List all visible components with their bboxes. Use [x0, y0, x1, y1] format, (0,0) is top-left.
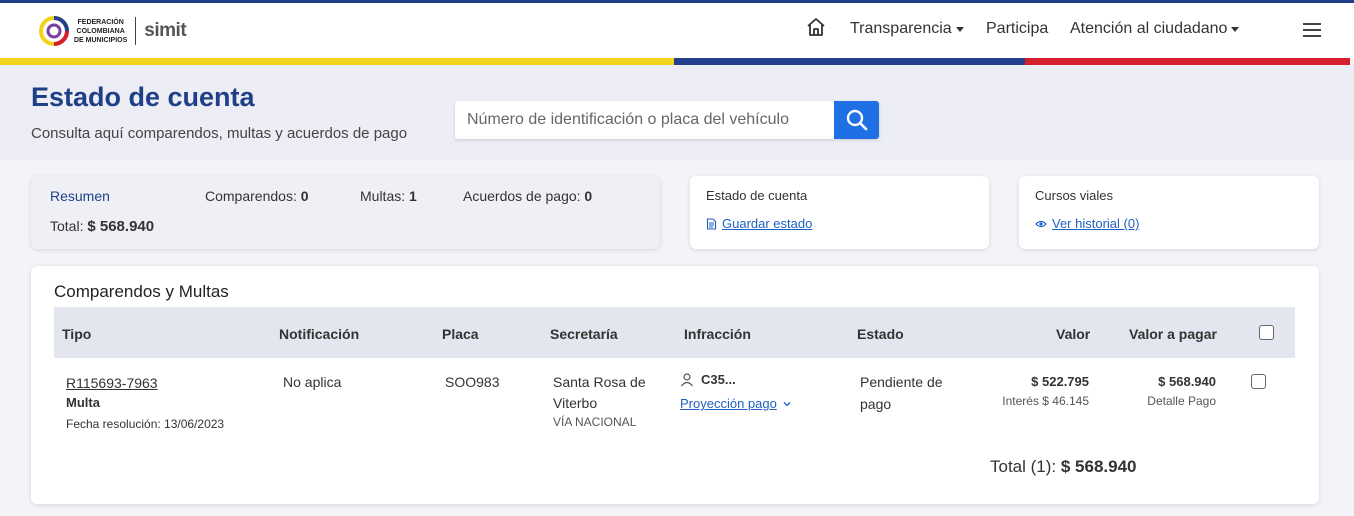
col-valor-a-pagar: Valor a pagar: [1129, 326, 1217, 342]
multas-count: Multas: 1: [360, 188, 417, 204]
flag-stripe-red: [1025, 58, 1350, 65]
page-title: Estado de cuenta: [31, 82, 255, 112]
table-total: Total (1): $ 568.940: [990, 457, 1137, 476]
search-icon: [846, 109, 867, 131]
logo[interactable]: FEDERACIÓN COLOMBIANA DE MUNICIPIOS simi…: [38, 12, 187, 50]
col-valor: Valor: [1056, 326, 1091, 342]
site-header: FEDERACIÓN COLOMBIANA DE MUNICIPIOS simi…: [0, 3, 1354, 58]
proyeccion-pago-link[interactable]: Proyección pago: [680, 396, 792, 411]
col-infraccion: Infracción: [684, 326, 751, 342]
ver-historial-link[interactable]: Ver historial (0): [1035, 216, 1139, 231]
nav-label: Participa: [986, 20, 1049, 37]
select-all-checkbox[interactable]: [1259, 325, 1274, 340]
row-notificacion: No aplica: [283, 374, 342, 390]
comparendos-count: Comparendos: 0: [205, 188, 309, 204]
summary-heading: Resumen: [50, 188, 110, 204]
row-via: VÍA NACIONAL: [553, 415, 637, 429]
comparendo-id-link[interactable]: R115693-7963: [66, 375, 158, 391]
caret-down-icon: [955, 26, 964, 32]
summary-total: Total: $ 568.940: [50, 218, 155, 235]
simit-brand: simit: [144, 20, 187, 41]
cursos-viales-card: [1019, 176, 1319, 249]
table-title: Comparendos y Multas: [54, 282, 229, 301]
search-bar: [455, 101, 879, 139]
col-estado: Estado: [857, 326, 904, 342]
col-tipo: Tipo: [62, 326, 92, 342]
flag-stripe-yellow: [0, 58, 674, 65]
search-input[interactable]: [455, 101, 834, 139]
estado-card-title: Estado de cuenta: [706, 188, 808, 203]
nav-label: Transparencia: [850, 20, 952, 37]
row-infraccion: C35...: [680, 372, 736, 387]
logo-divider: [135, 17, 137, 45]
search-button[interactable]: [834, 101, 879, 139]
fcm-logo-icon: [38, 15, 70, 47]
row-estado-line1: Pendiente de: [860, 374, 943, 390]
row-secretaria-line1: Santa Rosa de: [553, 374, 646, 390]
row-interes: Interés $ 46.145: [1002, 394, 1089, 408]
summary-card: [31, 176, 660, 249]
table-header: [54, 307, 1295, 358]
hamburger-menu-icon[interactable]: [1303, 23, 1321, 37]
page-subtitle: Consulta aquí comparendos, multas y acue…: [31, 125, 408, 142]
row-estado-line2: pago: [860, 396, 892, 412]
logo-org-text: FEDERACIÓN COLOMBIANA DE MUNICIPIOS: [74, 18, 128, 44]
caret-down-icon: [1231, 26, 1240, 32]
document-icon: [706, 217, 717, 230]
flag-stripe-blue: [674, 58, 1025, 65]
row-select-checkbox[interactable]: [1251, 374, 1266, 389]
detalle-pago-link[interactable]: Detalle Pago: [1147, 394, 1216, 408]
col-notificacion: Notificación: [279, 326, 360, 342]
row-secretaria-line2: Viterbo: [553, 395, 598, 411]
row-placa: SOO983: [445, 374, 500, 390]
nav-label: Atención al ciudadano: [1070, 20, 1228, 37]
col-secretaria: Secretaría: [550, 326, 618, 342]
guardar-estado-link[interactable]: Guardar estado: [706, 216, 812, 231]
person-icon: [681, 372, 693, 386]
cursos-card-title: Cursos viales: [1035, 188, 1114, 203]
row-valor: $ 522.795: [1031, 374, 1089, 389]
nav-transparencia[interactable]: Transparencia: [850, 20, 964, 38]
row-tipo: Multa: [66, 395, 100, 410]
estado-cuenta-card: [690, 176, 989, 249]
acuerdos-count: Acuerdos de pago: 0: [463, 188, 593, 204]
chevron-down-icon: [783, 401, 791, 406]
nav-participa[interactable]: Participa: [986, 20, 1048, 38]
home-icon[interactable]: [806, 17, 826, 39]
col-placa: Placa: [442, 326, 479, 342]
row-fecha: Fecha resolución: 13/06/2023: [66, 417, 225, 431]
eye-icon: [1035, 220, 1047, 227]
nav-atencion-ciudadano[interactable]: Atención al ciudadano: [1070, 20, 1240, 38]
row-valor-a-pagar: $ 568.940: [1158, 374, 1216, 389]
